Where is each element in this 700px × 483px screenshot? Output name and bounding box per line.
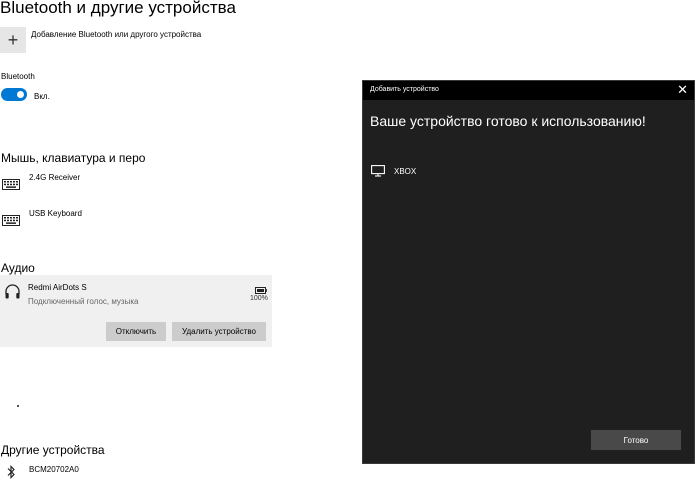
device-name: BCM20702A0 — [29, 465, 79, 474]
battery-percent: 100% — [250, 295, 268, 302]
dialog-title: Добавить устройство — [370, 86, 439, 93]
remove-device-button[interactable]: Удалить устройство — [172, 322, 266, 341]
dialog-titlebar: Добавить устройство ✕ — [363, 81, 694, 100]
add-device-label: Добавление Bluetooth или другого устройс… — [31, 29, 202, 39]
plus-icon: + — [0, 27, 26, 53]
monitor-icon — [371, 164, 385, 182]
keyboard-icon — [1, 176, 21, 192]
device-item-bcm[interactable]: BCM20702A0 — [1, 464, 79, 480]
toggle-knob — [17, 91, 24, 98]
page-title: Bluetooth и другие устройства — [0, 0, 236, 17]
add-device-dialog: Добавить устройство ✕ Ваше устройство го… — [362, 80, 695, 464]
device-item-receiver[interactable]: 2.4G Receiver — [1, 173, 80, 192]
paired-device-name: XBOX — [394, 166, 417, 176]
add-device-button[interactable]: + Добавление Bluetooth или другого устро… — [0, 27, 201, 53]
disconnect-button[interactable]: Отключить — [106, 322, 166, 341]
headphones-icon — [4, 283, 21, 305]
audio-device-name: Redmi AirDots S — [28, 283, 87, 292]
divider-dot — [17, 405, 19, 407]
bluetooth-toggle[interactable] — [1, 88, 27, 101]
other-devices-heading: Другие устройства — [1, 443, 105, 457]
done-button[interactable]: Готово — [591, 430, 681, 450]
audio-device-card[interactable]: Redmi AirDots S Подключенный голос, музы… — [0, 275, 272, 347]
device-item-usb-keyboard[interactable]: USB Keyboard — [1, 209, 82, 228]
close-icon[interactable]: ✕ — [677, 82, 688, 98]
audio-device-status: Подключенный голос, музыка — [28, 297, 139, 306]
bluetooth-label: Bluetooth — [1, 72, 35, 81]
keyboard-icon — [1, 212, 21, 228]
audio-heading: Аудио — [1, 261, 35, 275]
bluetooth-toggle-state: Вкл. — [34, 92, 50, 101]
dialog-heading: Ваше устройство готово к использованию! — [370, 113, 646, 129]
device-name: USB Keyboard — [29, 209, 82, 218]
mouse-keyboard-heading: Мышь, клавиатура и перо — [1, 151, 146, 165]
device-name: 2.4G Receiver — [29, 173, 81, 182]
paired-device-item: XBOX — [371, 164, 416, 182]
bluetooth-icon — [1, 464, 21, 480]
